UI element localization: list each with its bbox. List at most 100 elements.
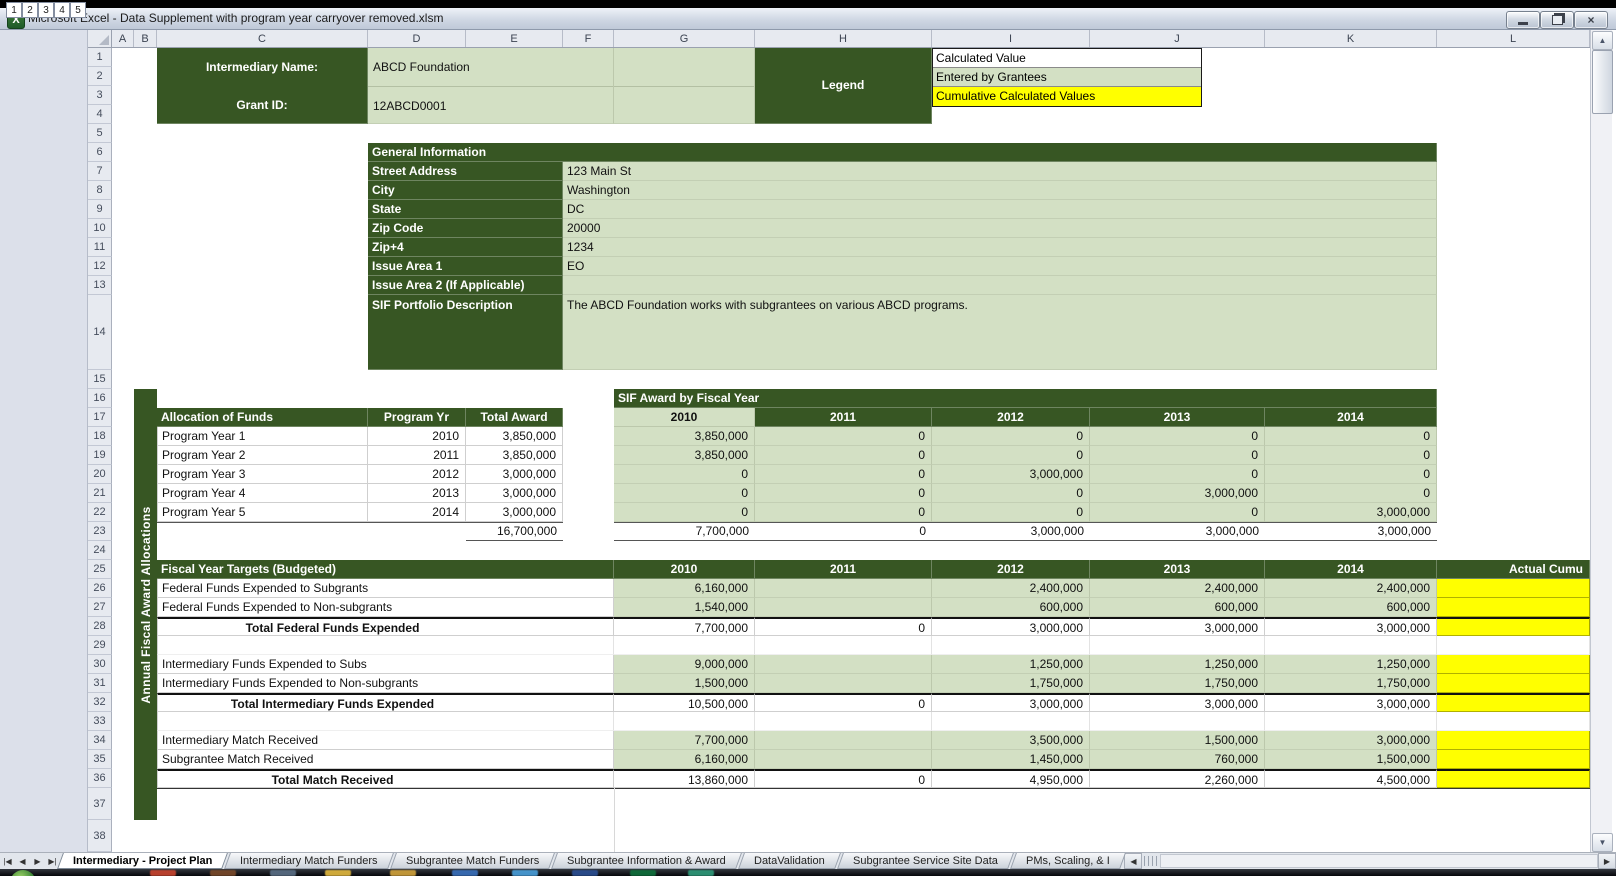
grid-cell[interactable]: 6,160,000 xyxy=(614,579,755,598)
vertical-scroll-thumb[interactable] xyxy=(1592,50,1613,114)
close-button[interactable]: × xyxy=(1574,11,1608,29)
grid-cell[interactable]: 7,700,000 xyxy=(614,617,755,636)
row-header[interactable]: 17 xyxy=(88,408,112,427)
total-award-sum[interactable]: 16,700,000 xyxy=(466,522,563,541)
column-header[interactable]: D xyxy=(368,30,466,47)
row-header[interactable]: 24 xyxy=(88,541,112,560)
row-header[interactable]: 6 xyxy=(88,143,112,162)
row-header[interactable]: 32 xyxy=(88,693,112,712)
gap-cell[interactable] xyxy=(563,408,614,427)
field-value[interactable]: Washington xyxy=(563,181,1437,200)
grid-cell[interactable]: 0 xyxy=(1265,446,1437,465)
grid-cell[interactable]: 3,000,000 xyxy=(1090,484,1265,503)
column-header[interactable]: H xyxy=(755,30,932,47)
hscroll-left-button[interactable]: ◀ xyxy=(1124,853,1142,869)
row-header[interactable]: 13 xyxy=(88,276,112,295)
row-header[interactable]: 37 xyxy=(88,788,112,820)
taskbar-icon[interactable] xyxy=(572,870,598,876)
grid-cell[interactable]: 1,500,000 xyxy=(1265,750,1437,769)
grid-cell[interactable] xyxy=(614,712,755,731)
column-header[interactable]: F xyxy=(563,30,614,47)
column-header[interactable]: E xyxy=(466,30,563,47)
gap-cell[interactable] xyxy=(563,465,614,484)
grid-cell[interactable]: 2011 xyxy=(368,446,466,465)
sheet-tab-datavalidation[interactable]: DataValidation xyxy=(738,853,841,869)
row-header[interactable]: 11 xyxy=(88,238,112,257)
grid-cell[interactable]: 2,400,000 xyxy=(1090,579,1265,598)
grid-cell[interactable]: Program Year 4 xyxy=(157,484,368,503)
row-header[interactable]: 14 xyxy=(88,295,112,370)
row-header[interactable]: 27 xyxy=(88,598,112,617)
row-header[interactable]: 20 xyxy=(88,465,112,484)
row-header[interactable]: 9 xyxy=(88,200,112,219)
field-value[interactable] xyxy=(563,276,1437,295)
grid-cell[interactable]: 3,000,000 xyxy=(932,522,1090,541)
grid-cell[interactable]: 13,860,000 xyxy=(614,769,755,788)
grid-cell[interactable]: 1,250,000 xyxy=(932,655,1090,674)
grid-cell[interactable]: 1,540,000 xyxy=(614,598,755,617)
grid-cell[interactable]: 0 xyxy=(755,465,932,484)
taskbar-icon[interactable] xyxy=(270,870,296,876)
sheet-tab-subgrantee-service-site-data[interactable]: Subgrantee Service Site Data xyxy=(837,853,1014,869)
grid-cell[interactable]: 1,500,000 xyxy=(614,674,755,693)
taskbar-icon[interactable] xyxy=(452,870,478,876)
row-header[interactable]: 4 xyxy=(88,105,112,124)
row-header[interactable]: 7 xyxy=(88,162,112,181)
sheet-tab-pms-scaling[interactable]: PMs, Scaling, & I xyxy=(1010,853,1126,869)
field-label[interactable]: Issue Area 2 (If Applicable) xyxy=(368,276,563,295)
sheet-grid[interactable]: Intermediary Name: Grant ID: ABCD Founda… xyxy=(112,48,1590,852)
sif-award-title[interactable]: SIF Award by Fiscal Year xyxy=(614,389,1437,408)
column-header[interactable]: J xyxy=(1090,30,1265,47)
grid-cell[interactable]: 3,000,000 xyxy=(1265,617,1437,636)
year-header-2011[interactable]: 2011 xyxy=(755,408,932,427)
row-header[interactable]: 29 xyxy=(88,636,112,655)
grid-cell[interactable]: 600,000 xyxy=(1090,598,1265,617)
grid-cell[interactable]: 1,450,000 xyxy=(932,750,1090,769)
taskbar-icon[interactable] xyxy=(512,870,538,876)
grid-cell[interactable]: 0 xyxy=(755,427,932,446)
grid-cell[interactable]: 7,700,000 xyxy=(614,731,755,750)
grid-cell[interactable]: 2014 xyxy=(368,503,466,522)
grid-cell[interactable]: 1,750,000 xyxy=(1090,674,1265,693)
grid-cell[interactable]: 3,850,000 xyxy=(614,446,755,465)
row-header[interactable]: 25 xyxy=(88,560,112,579)
header-label-cell[interactable]: Intermediary Name: Grant ID: xyxy=(157,48,368,124)
field-value[interactable]: 123 Main St xyxy=(563,162,1437,181)
taskbar-icon[interactable] xyxy=(390,870,416,876)
taskbar-icon[interactable] xyxy=(630,870,656,876)
grid-cell[interactable]: 3,000,000 xyxy=(1090,693,1265,712)
grid-cell[interactable] xyxy=(1090,636,1265,655)
field-label[interactable]: State xyxy=(368,200,563,219)
row-header[interactable]: 23 xyxy=(88,522,112,541)
grid-cell[interactable] xyxy=(1265,636,1437,655)
grid-cell[interactable] xyxy=(755,636,932,655)
grid-cell[interactable]: 0 xyxy=(755,617,932,636)
row-header[interactable]: 19 xyxy=(88,446,112,465)
column-header[interactable]: I xyxy=(932,30,1090,47)
header-value-cell[interactable]: ABCD Foundation 12ABCD0001 xyxy=(368,48,614,124)
outline-level-5[interactable]: 5 xyxy=(70,2,86,18)
header-spacer-cell[interactable] xyxy=(614,48,755,124)
row-header[interactable]: 31 xyxy=(88,674,112,693)
grid-cell[interactable]: Intermediary Funds Expended to Non-subgr… xyxy=(157,674,614,693)
grid-cell[interactable] xyxy=(932,636,1090,655)
grid-cell[interactable]: 0 xyxy=(755,503,932,522)
column-header[interactable]: B xyxy=(134,30,157,47)
start-orb-icon[interactable] xyxy=(10,870,36,876)
title-bar[interactable]: X Microsoft Excel - Data Supplement with… xyxy=(0,8,1616,30)
gap-cell[interactable] xyxy=(563,522,614,541)
outline-level-4[interactable]: 4 xyxy=(54,2,70,18)
grid-cell[interactable]: 3,850,000 xyxy=(466,446,563,465)
actual-cumulative-cell[interactable] xyxy=(1437,769,1590,788)
taskbar-icon[interactable] xyxy=(325,870,351,876)
grid-cell[interactable]: Federal Funds Expended to Subgrants xyxy=(157,579,614,598)
grid-cell[interactable]: 1,750,000 xyxy=(1265,674,1437,693)
grid-cell[interactable] xyxy=(755,674,932,693)
grid-cell[interactable]: Program Year 2 xyxy=(157,446,368,465)
row-header[interactable]: 10 xyxy=(88,219,112,238)
row-header[interactable]: 26 xyxy=(88,579,112,598)
field-value[interactable]: 20000 xyxy=(563,219,1437,238)
grid-cell[interactable]: Federal Funds Expended to Non-subgrants xyxy=(157,598,614,617)
grid-cell[interactable]: 2010 xyxy=(368,427,466,446)
restore-button[interactable] xyxy=(1540,11,1574,29)
